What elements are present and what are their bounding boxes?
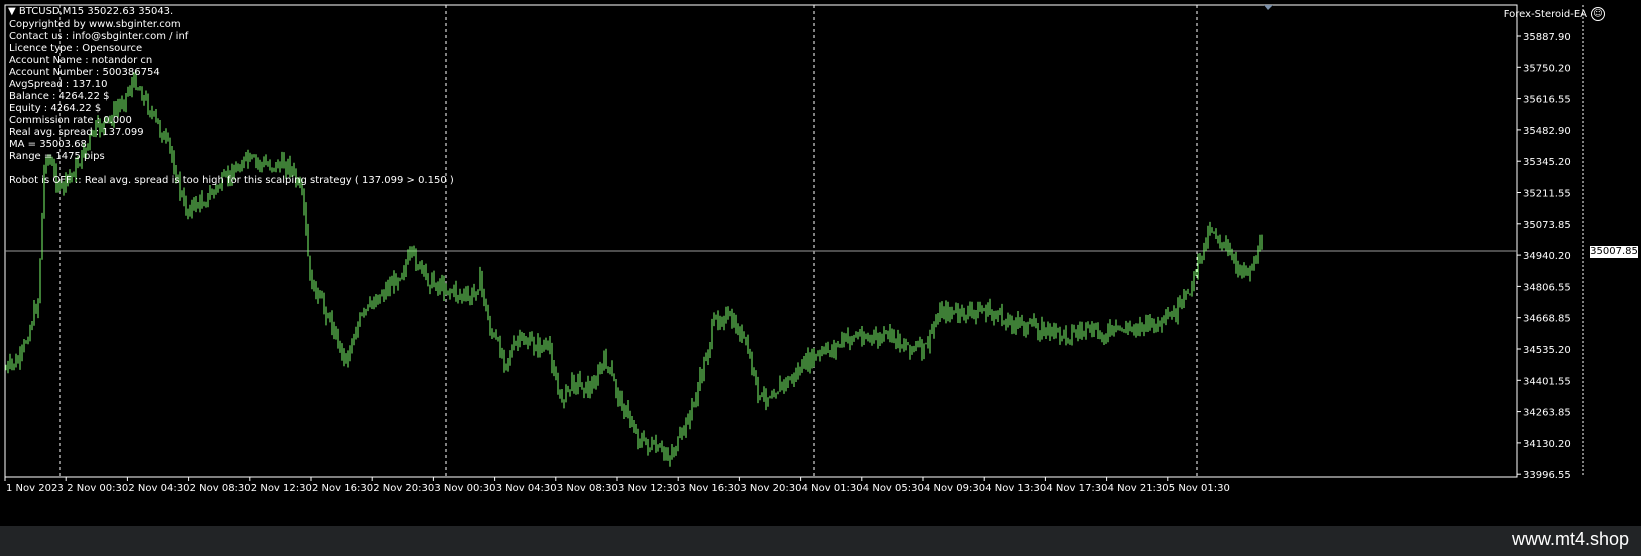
current-price-tag: 35007.85: [1590, 246, 1638, 258]
time-tick-label: 4 Nov 13:30: [985, 483, 1046, 494]
watermark: www.mt4.shop: [1511, 529, 1629, 549]
chart-shift-icon[interactable]: [1264, 5, 1273, 10]
footer-bar: [0, 526, 1641, 556]
info-line: Balance : 4264.22 $: [9, 91, 110, 102]
info-line: Contact us : info@sbginter.com / inf: [9, 31, 189, 42]
info-line: Account Number : 500386754: [9, 67, 160, 78]
time-tick-label: 2 Nov 12:30: [251, 483, 312, 494]
time-tick-label: 3 Nov 12:30: [618, 483, 679, 494]
time-tick-label: 3 Nov 00:30: [434, 483, 495, 494]
price-tick-label: 34535.20: [1523, 345, 1571, 356]
price-tick-label: 34401.55: [1523, 376, 1571, 387]
info-line: Commission rate : 0.000: [9, 115, 132, 126]
time-tick-label: 4 Nov 17:30: [1046, 483, 1107, 494]
time-tick-label: 4 Nov 01:30: [802, 483, 863, 494]
chart-canvas[interactable]: 35887.90 35750.20 35616.55 35482.90 35345.20…: [0, 0, 1641, 526]
info-line: Licence type : Opensource: [9, 43, 143, 54]
price-tick-label: 34263.85: [1523, 408, 1571, 419]
candlestick-series: [5, 70, 1263, 467]
price-tick-label: 35616.55: [1523, 95, 1571, 106]
price-tick-label: 35345.20: [1523, 157, 1571, 168]
dropdown-triangle-icon[interactable]: ▼: [8, 6, 16, 17]
time-tick-label: 2 Nov 16:30: [312, 483, 373, 494]
time-tick-label: 4 Nov 05:30: [863, 483, 924, 494]
time-tick-label: 1 Nov 2023: [6, 483, 64, 494]
time-tick-label: 2 Nov 08:30: [190, 483, 251, 494]
plot-frame: [4, 4, 1518, 478]
price-tick-label: 35482.90: [1523, 126, 1571, 137]
time-tick-label: 4 Nov 21:30: [1108, 483, 1169, 494]
time-tick-label: 3 Nov 20:30: [740, 483, 801, 494]
time-tick-label: 3 Nov 08:30: [557, 483, 618, 494]
price-tick-label: 33996.55: [1523, 470, 1571, 481]
ea-smiley-icon[interactable]: ☺: [1591, 7, 1605, 21]
time-axis: 1 Nov 2023 2 Nov 00:30 2 Nov 04:30 2 Nov 08…: [4, 477, 1230, 494]
info-line: Copyrighted by www.sbginter.com: [9, 19, 181, 30]
price-tick-label: 35073.85: [1523, 220, 1571, 231]
info-line: MA = 35003.68: [9, 139, 87, 150]
price-tick-label: 34940.20: [1523, 251, 1571, 262]
price-tick-label: 35750.20: [1523, 63, 1571, 74]
symbol-header[interactable]: ▼ BTCUSD,M15 35022.63 35043.: [8, 6, 173, 17]
price-tick-label: 35887.90: [1523, 32, 1571, 43]
info-line: Equity : 4264.22 $: [9, 103, 102, 114]
time-tick-label: 2 Nov 00:30: [67, 483, 128, 494]
price-tick-label: 34130.20: [1523, 439, 1571, 450]
info-line: Account Name : notandor cn: [9, 55, 153, 66]
time-tick-label: 3 Nov 04:30: [496, 483, 557, 494]
time-tick-label: 2 Nov 04:30: [128, 483, 189, 494]
price-tick-label: 34806.55: [1523, 282, 1571, 293]
price-axis: 35887.90 35750.20 35616.55 35482.90 35345.20…: [1517, 32, 1571, 481]
time-tick-label: 2 Nov 20:30: [373, 483, 434, 494]
time-tick-label: 4 Nov 09:30: [924, 483, 985, 494]
price-tick-label: 35211.55: [1523, 189, 1571, 200]
time-tick-label: 5 Nov 01:30: [1169, 483, 1230, 494]
chart-window[interactable]: 35887.90 35750.20 35616.55 35482.90 35345.20…: [0, 0, 1641, 526]
info-line: Range = 1475 pips: [9, 151, 105, 162]
symbol-label: BTCUSD,M15 35022.63 35043.: [18, 6, 174, 17]
price-tick-label: 34668.85: [1523, 314, 1571, 325]
info-line: Real avg. spread : 137.099: [9, 127, 144, 138]
time-tick-label: 3 Nov 16:30: [679, 483, 740, 494]
ea-name-label: Forex-Steroid-EA: [1503, 9, 1587, 20]
info-line: AvgSpread : 137.10: [9, 79, 108, 90]
status-line: Robot is OFF :: Real avg. spread is too …: [9, 175, 454, 186]
